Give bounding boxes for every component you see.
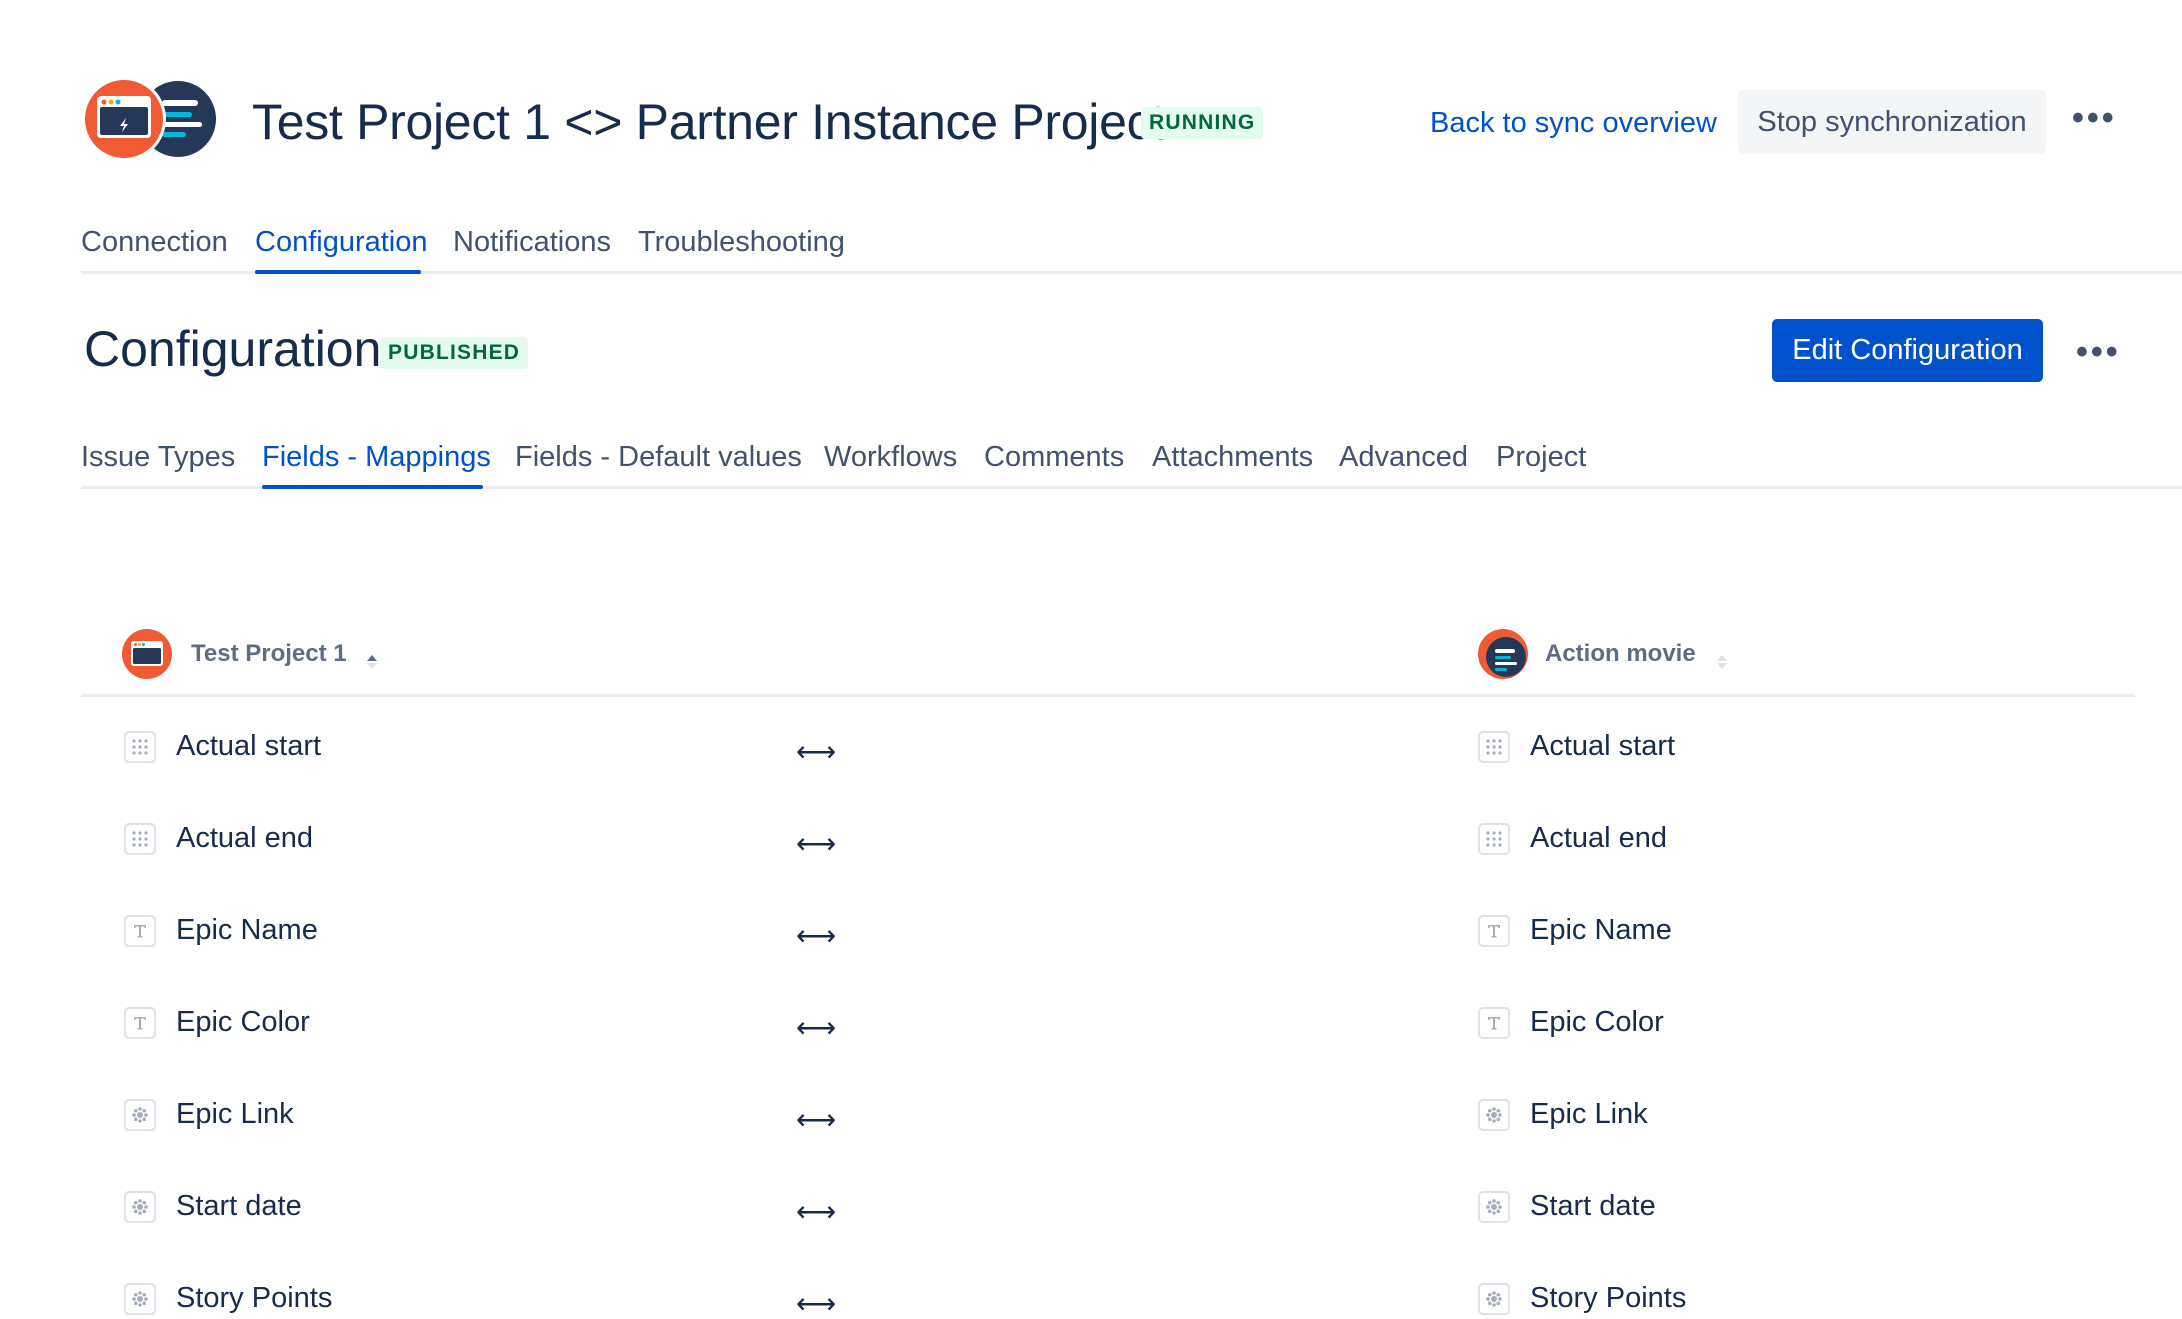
right-field-label[interactable]: Epic Link: [1530, 1096, 1648, 1132]
text-field-icon: [124, 915, 156, 947]
tab-connection[interactable]: Connection: [81, 222, 228, 262]
mapping-arrow-icon: ⟷: [796, 1104, 837, 1135]
right-field-label[interactable]: Story Points: [1530, 1280, 1686, 1316]
edit-configuration-button[interactable]: Edit Configuration: [1772, 319, 2043, 382]
section-title: Configuration: [84, 321, 382, 377]
right-field-label[interactable]: Start date: [1530, 1188, 1656, 1224]
active-subtab-indicator: [262, 485, 483, 489]
left-field-label[interactable]: Start date: [176, 1188, 302, 1224]
text-field-icon: [1478, 915, 1510, 947]
left-field-label[interactable]: Epic Color: [176, 1004, 310, 1040]
tab-troubleshooting[interactable]: Troubleshooting: [638, 222, 845, 262]
text-field-icon: [1478, 1007, 1510, 1039]
custom-field-icon: [1478, 1283, 1510, 1315]
custom-field-icon: [124, 1283, 156, 1315]
tab-notifications[interactable]: Notifications: [453, 222, 611, 262]
subtab-fields-mappings[interactable]: Fields - Mappings: [262, 437, 491, 477]
subtab-comments[interactable]: Comments: [984, 437, 1124, 477]
custom-field-icon: [124, 1191, 156, 1223]
grid-icon: [124, 731, 156, 763]
table-header-divider: [81, 694, 2135, 697]
right-field-label[interactable]: Epic Color: [1530, 1004, 1664, 1040]
right-field-label[interactable]: Epic Name: [1530, 912, 1672, 948]
sync-logo: [82, 76, 222, 162]
text-field-icon: [124, 1007, 156, 1039]
grid-icon: [1478, 731, 1510, 763]
left-field-label[interactable]: Actual start: [176, 728, 321, 764]
subtab-attachments[interactable]: Attachments: [1152, 437, 1313, 477]
status-badge-running: RUNNING: [1141, 107, 1264, 139]
right-column-header[interactable]: Action movie: [1545, 639, 1696, 669]
stop-synchronization-button[interactable]: Stop synchronization: [1738, 90, 2046, 154]
subtab-advanced[interactable]: Advanced: [1339, 437, 1468, 477]
mapping-arrow-icon: ⟷: [796, 920, 837, 951]
page-title: Test Project 1 <> Partner Instance Proje…: [252, 94, 1165, 150]
mapping-arrow-icon: ⟷: [796, 1196, 837, 1227]
left-field-label[interactable]: Actual end: [176, 820, 313, 856]
custom-field-icon: [124, 1099, 156, 1131]
custom-field-icon: [1478, 1191, 1510, 1223]
active-tab-indicator: [255, 270, 421, 274]
right-field-label[interactable]: Actual end: [1530, 820, 1667, 856]
more-actions-icon[interactable]: •••: [2072, 101, 2117, 135]
left-field-label[interactable]: Epic Link: [176, 1096, 294, 1132]
status-badge-published: PUBLISHED: [380, 337, 529, 369]
grid-icon: [124, 823, 156, 855]
left-field-label[interactable]: Epic Name: [176, 912, 318, 948]
subtab-fields-default-values[interactable]: Fields - Default values: [515, 437, 802, 477]
subtab-project[interactable]: Project: [1496, 437, 1586, 477]
subtab-issue-types[interactable]: Issue Types: [81, 437, 235, 477]
mapping-arrow-icon: ⟷: [796, 1288, 837, 1319]
back-to-sync-overview-link[interactable]: Back to sync overview: [1430, 105, 1717, 141]
grid-icon: [1478, 823, 1510, 855]
mapping-arrow-icon: ⟷: [796, 1012, 837, 1043]
right-field-label[interactable]: Actual start: [1530, 728, 1675, 764]
subtab-workflows[interactable]: Workflows: [824, 437, 957, 477]
sort-neutral-icon[interactable]: [1716, 652, 1728, 672]
left-field-label[interactable]: Story Points: [176, 1280, 332, 1316]
configuration-more-icon[interactable]: •••: [2076, 335, 2121, 369]
mapping-arrow-icon: ⟷: [796, 736, 837, 767]
mapping-arrow-icon: ⟷: [796, 828, 837, 859]
left-project-avatar: [122, 629, 172, 679]
left-column-header[interactable]: Test Project 1: [191, 639, 347, 669]
right-project-avatar: [1478, 629, 1528, 679]
tab-configuration[interactable]: Configuration: [255, 222, 428, 262]
custom-field-icon: [1478, 1099, 1510, 1131]
sort-ascending-icon[interactable]: [366, 652, 378, 672]
